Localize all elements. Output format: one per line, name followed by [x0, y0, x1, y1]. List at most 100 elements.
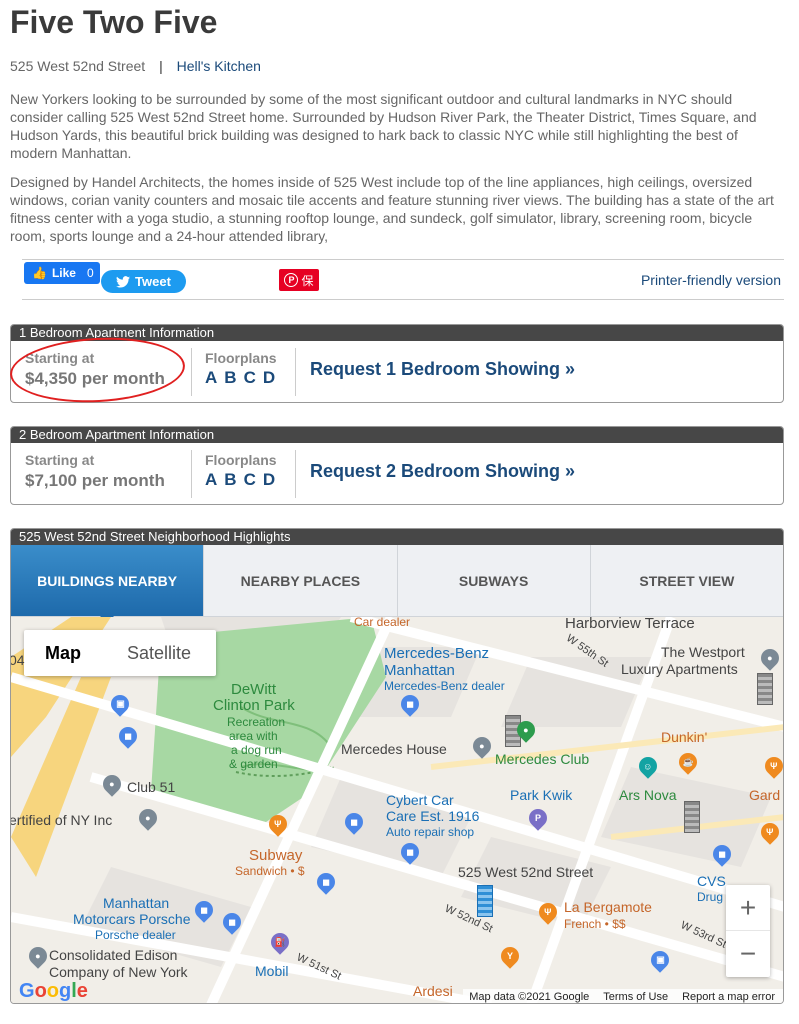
map-label: ertified of NY Inc	[11, 812, 113, 828]
facebook-like-button[interactable]: 👍 Like 0	[24, 262, 100, 284]
divider	[191, 348, 192, 396]
pinterest-save-button[interactable]: P 保	[279, 269, 319, 291]
thumbs-up-icon: 👍	[32, 266, 47, 280]
floorplan-a-link[interactable]: A	[205, 368, 217, 388]
map-label: Manhattan	[103, 895, 170, 911]
map-label: 525 West 52nd Street	[458, 864, 594, 880]
selected-building-icon[interactable]	[477, 885, 493, 917]
neighborhood-header: 525 West 52nd Street Neighborhood Highli…	[11, 529, 783, 545]
neighborhood-tabs: BUILDINGS NEARBY NEARBY PLACES SUBWAYS S…	[11, 545, 783, 623]
floorplan-c-link[interactable]: C	[244, 368, 256, 388]
pinterest-icon: P	[284, 273, 299, 287]
floorplan-a-link[interactable]: A	[205, 470, 217, 490]
tab-street-view[interactable]: STREET VIEW	[591, 545, 783, 616]
zoom-out-button[interactable]: −	[726, 931, 770, 977]
floorplan-b-link[interactable]: B	[224, 368, 236, 388]
map-label: Clinton Park	[213, 697, 295, 714]
map-label: Subway	[249, 847, 303, 864]
address-line: 525 West 52nd Street | Hell's Kitchen	[10, 58, 261, 74]
page-title: Five Two Five	[10, 4, 218, 40]
tab-subways[interactable]: SUBWAYS	[398, 545, 591, 616]
map-label: Club 51	[127, 779, 176, 795]
map-label: Ars Nova	[619, 787, 677, 803]
map-label: Recreation	[227, 715, 286, 729]
map-label: Harborview Terrace	[565, 617, 695, 632]
map-label: French • $$	[564, 917, 626, 931]
tab-nearby-places[interactable]: NEARBY PLACES	[204, 545, 398, 616]
zoom-in-button[interactable]: +	[726, 885, 770, 931]
map-footer: Map data ©2021 Google Terms of Use Repor…	[463, 989, 783, 1003]
map-label: Motorcars Porsche	[73, 911, 191, 927]
map-label: La Bergamote	[564, 899, 652, 915]
floorplan-c-link[interactable]: C	[244, 470, 256, 490]
floorplan-d-link[interactable]: D	[263, 470, 275, 490]
pin-label: 保	[301, 273, 314, 288]
request-two-bedroom-link[interactable]: Request 2 Bedroom Showing »	[310, 461, 575, 482]
map-label: Drug	[697, 890, 724, 904]
map-label: The Westport	[661, 644, 745, 660]
floorplan-b-link[interactable]: B	[224, 470, 236, 490]
map-label: Manhattan	[384, 662, 455, 679]
divider	[191, 450, 192, 498]
map-label: Sandwich • $	[235, 864, 305, 878]
map-canvas[interactable]: Map Satellite 04 Car dealer Harborview T…	[11, 617, 783, 1003]
floorplans-label: Floorplans	[205, 452, 277, 468]
divider	[295, 348, 296, 396]
map-label: Mercedes-Benz	[384, 645, 490, 662]
two-bedroom-card-header: 2 Bedroom Apartment Information	[11, 427, 783, 443]
map-data-attribution: Map data ©2021 Google	[469, 991, 590, 1003]
map-label: Car dealer	[354, 617, 411, 629]
tweet-label: Tweet	[135, 274, 171, 289]
like-count: 0	[86, 266, 94, 280]
map-label: Auto repair shop	[386, 825, 475, 839]
request-one-bedroom-link[interactable]: Request 1 Bedroom Showing »	[310, 359, 575, 380]
description-paragraph-2: Designed by Handel Architects, the homes…	[10, 174, 774, 244]
map-label: Luxury Apartments	[621, 661, 738, 677]
share-divider-top	[22, 259, 784, 260]
description-paragraph-1: New Yorkers looking to be surrounded by …	[10, 91, 757, 161]
satellite-view-button[interactable]: Satellite	[102, 630, 216, 676]
zoom-controls: + −	[726, 885, 770, 977]
like-label: Like	[51, 266, 76, 280]
two-bedroom-card: 2 Bedroom Apartment Information Starting…	[10, 426, 784, 505]
building-icon[interactable]	[757, 673, 773, 705]
neighborhood-link[interactable]: Hell's Kitchen	[177, 58, 261, 74]
map-view-button[interactable]: Map	[24, 630, 102, 676]
map-label: Dunkin'	[661, 729, 708, 745]
map-label: CVS	[697, 873, 726, 889]
starting-at-label: Starting at	[25, 452, 95, 468]
floorplan-links: A B C D	[205, 368, 275, 388]
map-label: Park Kwik	[510, 787, 573, 803]
street-address: 525 West 52nd Street	[10, 58, 146, 74]
twitter-bird-icon	[116, 275, 131, 288]
map-label: Mobil	[255, 963, 289, 979]
neighborhood-highlights: 525 West 52nd Street Neighborhood Highli…	[10, 528, 784, 1004]
map-label: Ardesi	[413, 983, 453, 999]
map-label: Consolidated Edison	[49, 947, 178, 963]
map-label: area with	[229, 729, 278, 743]
map-label: a dog run	[231, 743, 282, 757]
divider	[295, 450, 296, 498]
printer-friendly-link[interactable]: Printer-friendly version	[641, 272, 781, 288]
report-map-error-link[interactable]: Report a map error	[682, 991, 775, 1003]
google-logo: Google	[19, 980, 88, 1002]
two-bedroom-price: $7,100 per month	[25, 471, 165, 490]
floorplans-label: Floorplans	[205, 350, 277, 366]
map-label: Porsche dealer	[95, 928, 176, 942]
map-type-toggle: Map Satellite	[24, 630, 216, 676]
building-icon[interactable]	[684, 801, 700, 833]
address-separator: |	[159, 58, 163, 74]
map-label: Mercedes-Benz dealer	[384, 679, 505, 693]
tweet-button[interactable]: Tweet	[101, 270, 186, 293]
floorplan-links: A B C D	[205, 470, 275, 490]
map-label: & garden	[229, 757, 278, 771]
floorplan-d-link[interactable]: D	[263, 368, 275, 388]
tab-buildings-nearby[interactable]: BUILDINGS NEARBY	[11, 545, 205, 623]
map-label: DeWitt	[231, 681, 276, 698]
map-label: Mercedes House	[341, 741, 447, 757]
map-label: Cybert Car	[386, 792, 454, 808]
map-label: Mercedes Club	[495, 751, 590, 767]
terms-of-use-link[interactable]: Terms of Use	[603, 991, 668, 1003]
share-divider-bottom	[22, 299, 784, 300]
map-label: Gard	[749, 787, 781, 803]
